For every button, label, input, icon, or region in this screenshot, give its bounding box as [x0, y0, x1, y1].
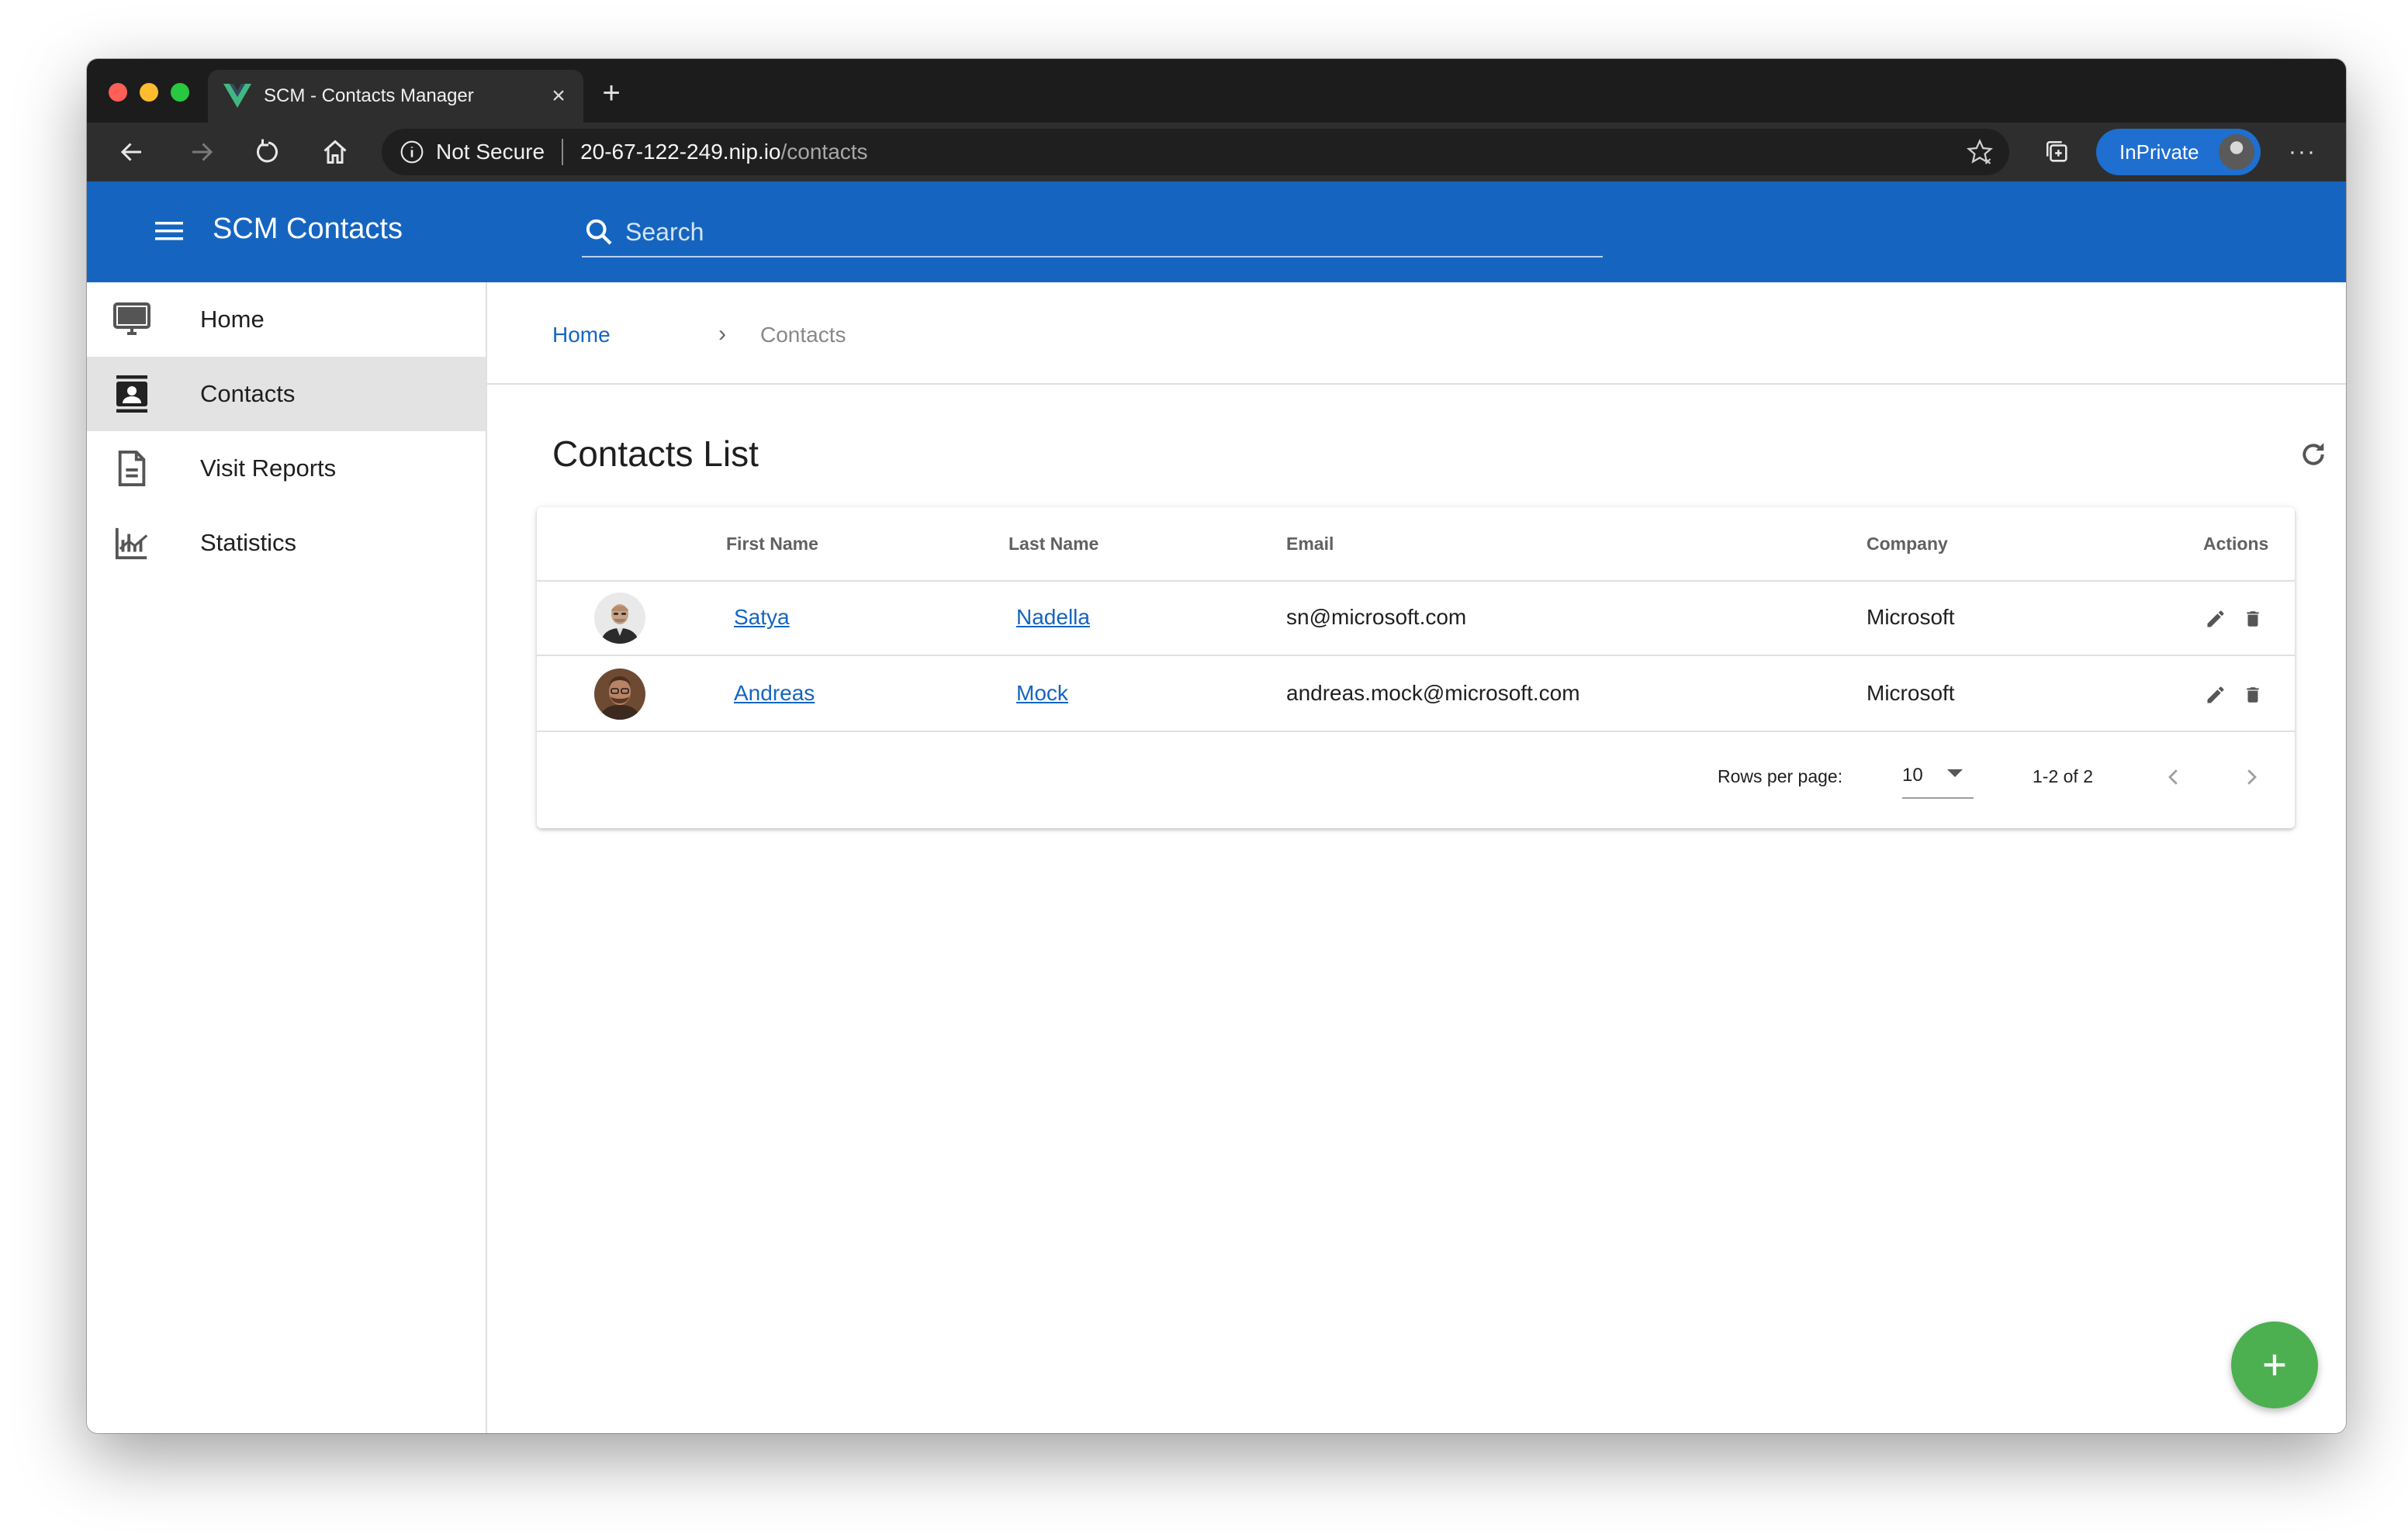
rows-per-page-label: Rows per page:: [1718, 766, 1843, 786]
company-cell: Microsoft: [1867, 605, 1955, 629]
previous-page-icon[interactable]: [2158, 762, 2189, 793]
browser-titlebar: SCM - Contacts Manager × +: [87, 59, 2346, 123]
maximize-window-button[interactable]: [171, 83, 189, 102]
edit-pencil-icon[interactable]: [2203, 606, 2228, 631]
sidebar-item-label: Visit Reports: [200, 454, 337, 482]
minimize-window-button[interactable]: [140, 83, 158, 102]
table-header: First Name Last Name Email Company Actio…: [537, 507, 2295, 582]
breadcrumb-home-link[interactable]: Home: [552, 323, 611, 347]
company-cell: Microsoft: [1867, 681, 1955, 705]
add-contact-button[interactable]: [2231, 1322, 2318, 1408]
edit-pencil-icon[interactable]: [2203, 682, 2228, 707]
last-name-link[interactable]: Nadella: [1016, 605, 1090, 630]
search-input[interactable]: [625, 217, 1556, 247]
close-window-button[interactable]: [109, 83, 127, 102]
page-title: Contacts List: [552, 434, 759, 474]
security-status: Not Secure: [436, 140, 545, 164]
sidebar-item-contacts[interactable]: Contacts: [87, 357, 486, 431]
sidebar: Home Contacts Visit Reports Statistics: [87, 282, 487, 1433]
forward-arrow-icon[interactable]: [183, 133, 220, 171]
more-options-icon[interactable]: ···: [2282, 133, 2323, 171]
vue-logo-icon: [223, 84, 251, 109]
search-field[interactable]: [582, 208, 1603, 257]
rows-per-page-select[interactable]: 10: [1902, 754, 1974, 799]
sidebar-item-statistics[interactable]: Statistics: [87, 506, 486, 580]
hamburger-menu-icon[interactable]: [154, 217, 185, 245]
sidebar-item-home[interactable]: Home: [87, 282, 486, 357]
document-icon: [112, 448, 152, 489]
column-header-actions: Actions: [2203, 534, 2269, 554]
sidebar-item-label: Contacts: [200, 380, 296, 407]
sidebar-item-label: Statistics: [200, 529, 297, 556]
monitor-icon: [112, 299, 152, 340]
pagination-range: 1-2 of 2: [2033, 766, 2093, 786]
column-header-email[interactable]: Email: [1286, 534, 1334, 555]
table-row[interactable]: Satya Nadella sn@microsoft.com Microsoft: [537, 582, 2295, 656]
app-bar: SCM Contacts: [87, 181, 2346, 282]
browser-window: SCM - Contacts Manager × + Not Secure 20…: [87, 59, 2346, 1433]
close-tab-icon[interactable]: ×: [543, 81, 574, 112]
contact-avatar: [594, 669, 645, 720]
contact-avatar: [594, 593, 645, 644]
rows-per-page-value: 10: [1902, 765, 1923, 786]
email-cell: sn@microsoft.com: [1286, 605, 1467, 629]
url-path: /contacts: [780, 140, 868, 164]
delete-trash-icon[interactable]: [2240, 606, 2265, 631]
back-arrow-icon[interactable]: [113, 133, 150, 171]
info-icon[interactable]: [399, 139, 425, 165]
address-divider: [562, 139, 564, 165]
profile-avatar: [2219, 134, 2254, 170]
contacts-icon: [112, 374, 152, 414]
breadcrumb-separator: ›: [718, 321, 726, 347]
column-header-last-name[interactable]: Last Name: [1009, 534, 1098, 555]
url-host: 20-67-122-249.nip.io: [580, 140, 781, 164]
reload-icon[interactable]: [250, 133, 287, 171]
collections-icon[interactable]: [2039, 133, 2076, 171]
inprivate-button[interactable]: InPrivate: [2096, 129, 2261, 175]
first-name-link[interactable]: Satya: [734, 605, 790, 630]
breadcrumb: Home › Contacts: [487, 282, 2346, 385]
delete-trash-icon[interactable]: [2240, 682, 2265, 707]
last-name-link[interactable]: Mock: [1016, 681, 1068, 706]
browser-tab[interactable]: SCM - Contacts Manager ×: [208, 70, 583, 123]
email-cell: andreas.mock@microsoft.com: [1286, 681, 1580, 705]
breadcrumb-current: Contacts: [760, 323, 846, 347]
contacts-table: First Name Last Name Email Company Actio…: [537, 507, 2295, 828]
chart-icon: [112, 523, 152, 563]
refresh-icon[interactable]: [2293, 434, 2334, 475]
address-bar[interactable]: Not Secure 20-67-122-249.nip.io/contacts: [382, 129, 2009, 175]
first-name-link[interactable]: Andreas: [734, 681, 815, 706]
inprivate-label: InPrivate: [2119, 140, 2199, 164]
table-pagination: Rows per page: 10 1-2 of 2: [537, 734, 2295, 827]
new-tab-icon[interactable]: +: [596, 78, 627, 110]
table-row[interactable]: Andreas Mock andreas.mock@microsoft.com …: [537, 658, 2295, 732]
tab-title: SCM - Contacts Manager: [264, 85, 474, 106]
sidebar-item-visit-reports[interactable]: Visit Reports: [87, 431, 486, 506]
plus-icon: [2264, 1354, 2285, 1376]
column-header-company[interactable]: Company: [1867, 534, 1948, 555]
sidebar-item-label: Home: [200, 306, 265, 333]
app-title: SCM Contacts: [213, 212, 403, 245]
home-icon[interactable]: [317, 133, 354, 171]
browser-toolbar: Not Secure 20-67-122-249.nip.io/contacts…: [87, 123, 2346, 181]
search-icon: [583, 216, 614, 247]
main-content: Home › Contacts Contacts List First Name…: [487, 282, 2346, 1433]
dropdown-arrow-icon: [1947, 769, 1963, 777]
favorite-star-icon[interactable]: [1966, 138, 1994, 166]
column-header-first-name[interactable]: First Name: [726, 534, 818, 555]
next-page-icon[interactable]: [2236, 762, 2267, 793]
